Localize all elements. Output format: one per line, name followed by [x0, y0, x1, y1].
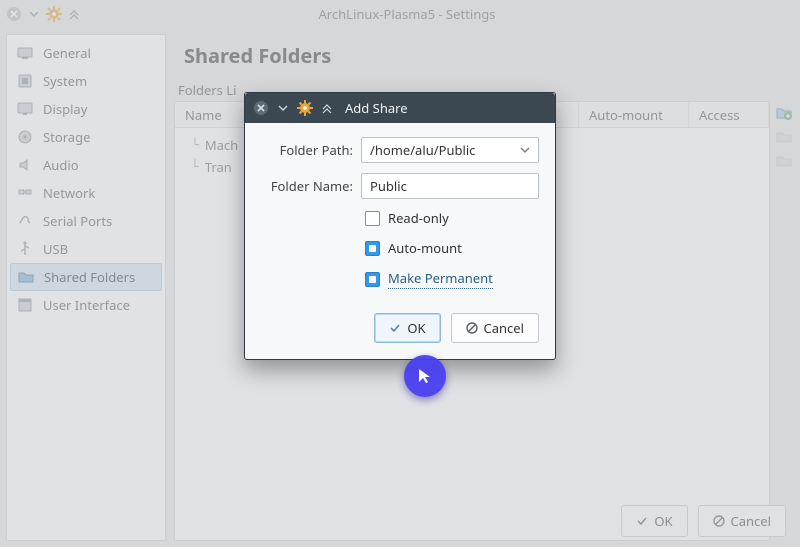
gear-icon[interactable]: [297, 100, 313, 116]
folder-path-label: Folder Path:: [261, 141, 353, 159]
cursor-icon: [416, 367, 434, 385]
dialog-body: Folder Path: /home/alu/Public Folder Nam…: [245, 123, 555, 359]
settings-window: ArchLinux-Plasma5 - Settings General Sys…: [0, 0, 800, 547]
checkbox-checked-icon: [365, 272, 380, 287]
folder-name-input[interactable]: Public: [361, 173, 539, 199]
read-only-checkbox[interactable]: Read-only: [365, 209, 539, 227]
chevron-down-icon: [520, 145, 530, 155]
make-permanent-label: Make Permanent: [388, 269, 493, 289]
make-permanent-checkbox[interactable]: Make Permanent: [365, 269, 539, 289]
cancel-icon: [466, 322, 478, 334]
add-share-dialog: Add Share Folder Path: /home/alu/Public …: [244, 92, 556, 360]
checkbox-checked-icon: [365, 241, 380, 256]
cancel-label: Cancel: [484, 319, 524, 337]
folder-path-value: /home/alu/Public: [370, 141, 475, 159]
read-only-label: Read-only: [388, 209, 449, 227]
check-icon: [389, 322, 401, 334]
dialog-cancel-button[interactable]: Cancel: [451, 313, 539, 343]
dialog-title: Add Share: [345, 99, 408, 117]
dialog-titlebar: Add Share: [245, 93, 555, 123]
chevron-down-icon[interactable]: [277, 102, 289, 114]
ok-label: OK: [407, 319, 425, 337]
dialog-ok-button[interactable]: OK: [374, 313, 440, 343]
chevron-up-double-icon[interactable]: [321, 102, 333, 114]
cursor-indicator: [404, 355, 446, 397]
close-icon[interactable]: [253, 100, 269, 116]
auto-mount-label: Auto-mount: [388, 239, 462, 257]
folder-name-label: Folder Name:: [261, 177, 353, 195]
folder-name-value: Public: [370, 177, 407, 195]
auto-mount-checkbox[interactable]: Auto-mount: [365, 239, 539, 257]
folder-path-combo[interactable]: /home/alu/Public: [361, 137, 539, 163]
checkbox-icon: [365, 211, 380, 226]
